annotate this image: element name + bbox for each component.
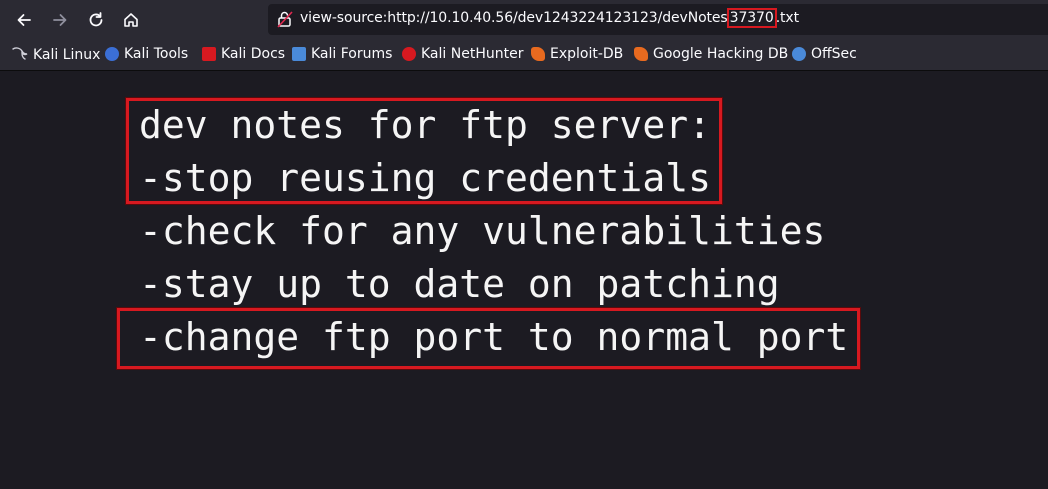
ghdb-icon [634, 47, 648, 61]
bookmark-label: Kali NetHunter [421, 46, 524, 62]
bookmark-label: Kali Forums [311, 46, 393, 62]
bookmark-label: OffSec [811, 46, 857, 62]
browser-toolbar: view-source:http://10.10.40.56/dev124322… [0, 0, 1048, 40]
notes-line: -check for any vulnerabilities [139, 209, 826, 253]
bookmark-label: Google Hacking DB [653, 46, 789, 62]
offsec-icon [792, 47, 806, 61]
back-arrow-icon[interactable] [10, 6, 38, 34]
bookmark-label: Kali Docs [221, 46, 286, 62]
bookmark-kali-nethunter[interactable]: Kali NetHunter [402, 46, 523, 62]
exploit-db-icon [531, 47, 545, 61]
bookmark-kali-forums[interactable]: Kali Forums [292, 46, 392, 62]
url-prefix: view-source:http://10.10.40.56/dev124322… [300, 10, 728, 26]
url-bar[interactable]: view-source:http://10.10.40.56/dev124322… [268, 4, 1048, 35]
bookmark-offsec[interactable]: OffSec [792, 46, 857, 62]
notes-line: -stay up to date on patching [139, 262, 780, 306]
page-content: dev notes for ftp server: -stop reusing c… [0, 71, 1048, 489]
bookmark-google-hacking-db[interactable]: Google Hacking DB [634, 46, 788, 62]
kali-forums-icon [292, 47, 306, 61]
url-text[interactable]: view-source:http://10.10.40.56/dev124322… [300, 8, 800, 28]
reload-icon[interactable] [82, 6, 110, 34]
bookmark-label: Kali Linux [33, 47, 101, 63]
highlight-box-ftp-port [117, 308, 860, 369]
bookmark-label: Kali Tools [124, 46, 189, 62]
url-suffix: .txt [775, 10, 800, 26]
kali-tools-icon [105, 47, 119, 61]
highlight-box-credentials [126, 98, 722, 204]
forward-arrow-icon[interactable] [46, 6, 74, 34]
bookmark-label: Exploit-DB [550, 46, 624, 62]
bookmarks-toolbar: Kali Linux Kali Tools Kali Docs Kali For… [0, 40, 1048, 71]
kali-docs-icon [202, 47, 216, 61]
kali-dragon-icon [12, 46, 28, 64]
bookmark-kali-docs[interactable]: Kali Docs [202, 46, 285, 62]
bookmark-kali-linux[interactable]: Kali Linux [12, 46, 100, 64]
home-icon[interactable] [117, 6, 145, 34]
bookmark-exploit-db[interactable]: Exploit-DB [531, 46, 623, 62]
insecure-lock-icon[interactable] [277, 10, 295, 28]
nethunter-icon [402, 47, 416, 61]
url-highlight-port: 37370 [726, 8, 777, 28]
bookmark-kali-tools[interactable]: Kali Tools [105, 46, 188, 62]
